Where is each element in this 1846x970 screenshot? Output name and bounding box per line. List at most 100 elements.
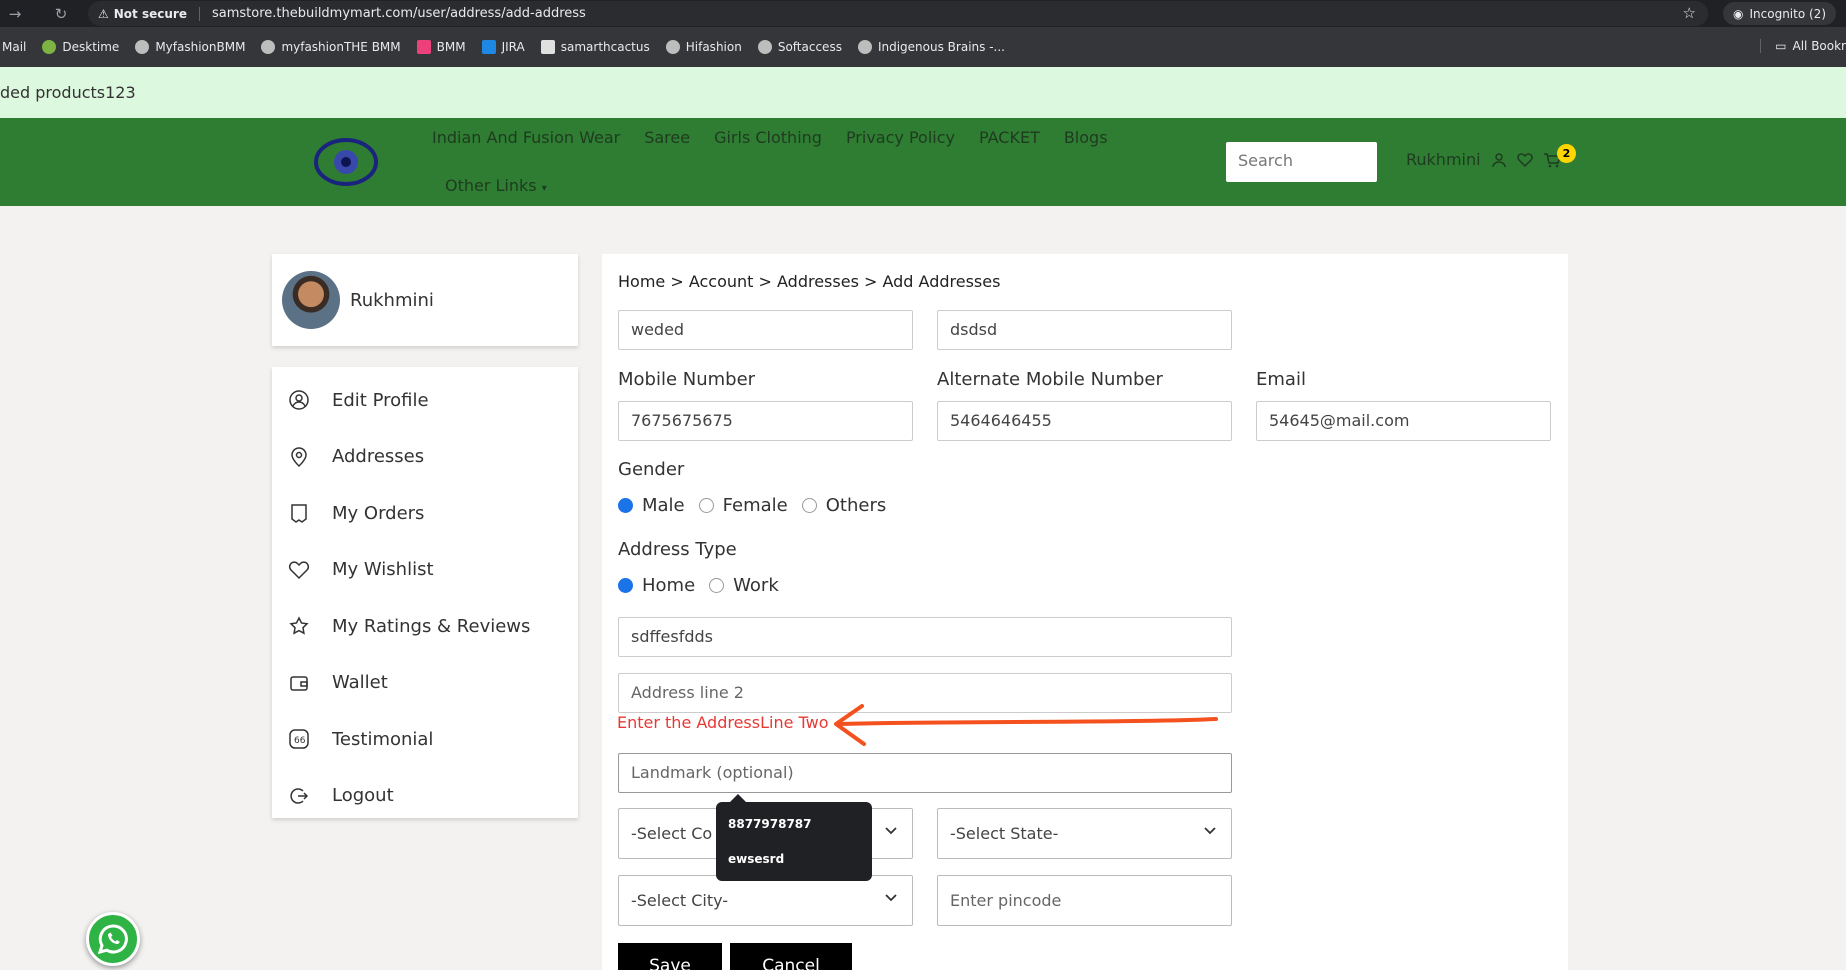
- location-icon: [291, 447, 307, 467]
- incognito-icon: ◉: [1733, 6, 1744, 21]
- nav-link[interactable]: Girls Clothing: [714, 128, 822, 147]
- nav-link[interactable]: Privacy Policy: [846, 128, 955, 147]
- sidebar-item-wallet[interactable]: Wallet: [272, 655, 578, 712]
- address-type-radio-group: Home Work: [618, 575, 793, 596]
- chevron-down-icon: [885, 827, 897, 835]
- autocomplete-suggestion[interactable]: 8877978787: [728, 817, 860, 831]
- wallet-icon: [290, 676, 308, 691]
- user-area: Rukhmini: [1406, 150, 1561, 169]
- landmark-field[interactable]: Landmark (optional): [618, 753, 1232, 793]
- nav-links: Indian And Fusion Wear Saree Girls Cloth…: [432, 128, 1108, 147]
- alt-mobile-label: Alternate Mobile Number: [937, 369, 1163, 390]
- bookmark-item[interactable]: Hifashion: [665, 40, 742, 54]
- cancel-button[interactable]: Cancel: [730, 943, 852, 970]
- bookmark-item[interactable]: samarthcactus: [540, 40, 650, 54]
- mobile-field[interactable]: 7675675675: [618, 401, 913, 441]
- quote-icon: 66: [289, 729, 309, 749]
- search-input[interactable]: Search: [1226, 142, 1377, 182]
- mobile-label: Mobile Number: [618, 369, 756, 390]
- forward-icon[interactable]: →: [0, 5, 30, 23]
- sidebar-item-testimonial[interactable]: 66 Testimonial: [272, 711, 578, 768]
- bookmarks-bar: Mail Desktime MyfashionBMM myfashionTHE …: [0, 27, 1846, 67]
- username[interactable]: Rukhmini: [1406, 150, 1481, 169]
- globe-icon: [135, 40, 150, 54]
- nav-link[interactable]: Indian And Fusion Wear: [432, 128, 620, 147]
- desktime-icon: [42, 40, 57, 54]
- globe-icon: [261, 40, 276, 54]
- autocomplete-suggestion[interactable]: ewsesrd: [728, 852, 860, 866]
- address-type-radio-work[interactable]: [709, 578, 725, 593]
- address-bar[interactable]: ⚠ Not secure samstore.thebuildmymart.com/…: [88, 1, 1708, 26]
- bookmark-item[interactable]: Mail: [2, 40, 26, 54]
- bookmark-item[interactable]: myfashionTHE BMM: [261, 40, 401, 54]
- avatar: [282, 271, 340, 329]
- heart-icon[interactable]: [1516, 152, 1533, 168]
- whatsapp-icon[interactable]: [86, 912, 140, 966]
- heart-icon: [288, 561, 310, 579]
- star-icon: [289, 616, 309, 635]
- bookmark-item[interactable]: JIRA: [481, 40, 525, 54]
- jira-icon: [481, 40, 496, 54]
- caret-down-icon: ▾: [541, 183, 547, 194]
- browser-toolbar: → ↻ ⚠ Not secure samstore.thebuildmymart.…: [0, 0, 1846, 27]
- pincode-field[interactable]: Enter pincode: [937, 875, 1232, 926]
- sidebar-item-edit-profile[interactable]: Edit Profile: [272, 372, 578, 429]
- folder-icon: ▭: [1775, 39, 1787, 53]
- not-secure-indicator[interactable]: ⚠ Not secure: [98, 6, 200, 21]
- gender-radio-others[interactable]: [801, 498, 817, 513]
- bookmark-item[interactable]: Indigenous Brains -...: [857, 40, 1005, 54]
- city-select[interactable]: -Select City-: [618, 875, 913, 926]
- autocomplete-dropdown: 8877978787 ewsesrd: [716, 794, 872, 881]
- reload-icon[interactable]: ↻: [46, 5, 76, 23]
- annotation-arrow: [834, 704, 1218, 746]
- state-select[interactable]: -Select State-: [937, 808, 1232, 859]
- bookmark-item[interactable]: Desktime: [42, 40, 119, 54]
- warning-icon: ⚠: [98, 6, 109, 21]
- address-line1-field[interactable]: sdffesfdds: [618, 617, 1232, 657]
- svg-text:66: 66: [294, 736, 306, 746]
- bookmark-star-icon[interactable]: ☆: [1683, 4, 1696, 22]
- profile-name: Rukhmini: [350, 289, 434, 311]
- address-line2-error: Enter the AddressLine Two: [617, 713, 829, 732]
- profile-card: Rukhmini: [272, 254, 578, 346]
- sidebar-item-logout[interactable]: Logout: [272, 768, 578, 825]
- gender-radio-female[interactable]: [698, 498, 714, 513]
- chevron-down-icon: [1204, 827, 1216, 835]
- sidebar-item-my-orders[interactable]: My Orders: [272, 485, 578, 542]
- last-name-field[interactable]: dsdsd: [937, 310, 1232, 350]
- bookmark-item[interactable]: MyfashionBMM: [135, 40, 245, 54]
- sidebar-item-ratings-reviews[interactable]: My Ratings & Reviews: [272, 598, 578, 655]
- bmm-icon: [416, 40, 431, 54]
- email-field[interactable]: 54645@mail.com: [1256, 401, 1551, 441]
- bookmark-item[interactable]: Softaccess: [757, 40, 842, 54]
- gender-radio-group: Male Female Others: [618, 495, 900, 516]
- email-label: Email: [1256, 369, 1306, 390]
- address-type-radio-home[interactable]: [618, 578, 633, 593]
- nav-link[interactable]: Saree: [644, 128, 690, 147]
- site-logo[interactable]: [312, 134, 380, 190]
- save-button[interactable]: Save: [618, 943, 722, 970]
- globe-icon: [757, 40, 772, 54]
- globe-icon: [857, 40, 872, 54]
- globe-icon: [665, 40, 680, 54]
- gender-label: Gender: [618, 459, 685, 480]
- url-text[interactable]: samstore.thebuildmymart.com/user/address…: [212, 6, 586, 21]
- cactus-icon: [540, 40, 555, 54]
- user-icon[interactable]: [1491, 152, 1507, 168]
- nav-link[interactable]: PACKET: [979, 128, 1040, 147]
- gender-radio-male[interactable]: [618, 498, 633, 513]
- cart-count-badge: 2: [1557, 144, 1576, 163]
- all-bookmarks[interactable]: ▭ All Bookr: [1760, 39, 1846, 53]
- incognito-indicator[interactable]: ◉ Incognito (2): [1723, 2, 1836, 25]
- first-name-field[interactable]: weded: [618, 310, 913, 350]
- sidebar-item-my-wishlist[interactable]: My Wishlist: [272, 542, 578, 599]
- sidebar-item-addresses[interactable]: Addresses: [272, 429, 578, 486]
- account-menu: Edit Profile Addresses My Orders My Wish…: [272, 367, 578, 818]
- alt-mobile-field[interactable]: 5464646455: [937, 401, 1232, 441]
- notification-banner: ded products123: [0, 67, 1846, 118]
- chevron-down-icon: [885, 894, 897, 902]
- other-links-dropdown[interactable]: Other Links ▾: [445, 176, 547, 195]
- bookmark-item[interactable]: BMM: [416, 40, 466, 54]
- nav-link[interactable]: Blogs: [1064, 128, 1108, 147]
- receipt-icon: [291, 504, 307, 524]
